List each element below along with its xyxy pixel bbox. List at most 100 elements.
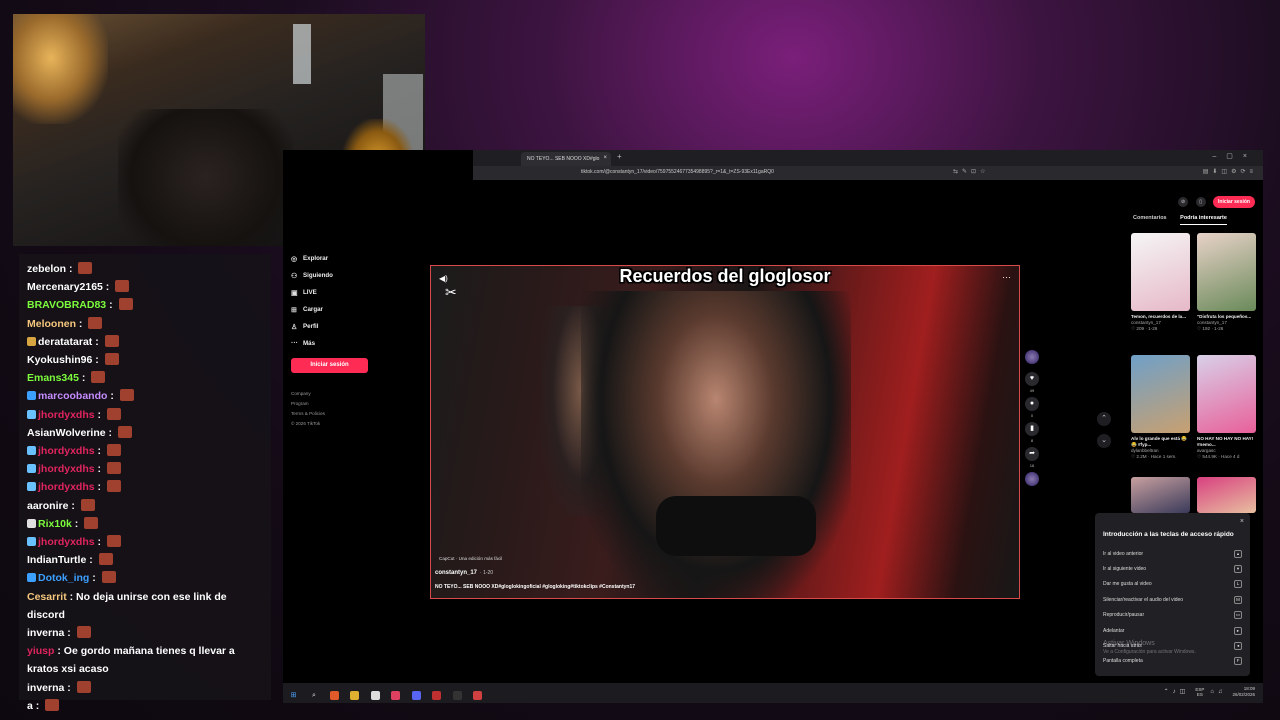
sidebar-item-cargar[interactable]: ⊞ Cargar [291, 301, 371, 318]
action-item[interactable]: ♥ 49 [1025, 372, 1039, 393]
chat-username[interactable]: marcoobando [38, 390, 107, 402]
sidebar-item-siguiendo[interactable]: ⚇ Siguiendo [291, 267, 371, 284]
video-thumbnail[interactable] [1131, 477, 1190, 513]
action-item[interactable]: ➦ 16 [1025, 447, 1039, 468]
chat-message: Meloonen : [27, 315, 263, 333]
discord-icon[interactable] [411, 691, 421, 701]
chat-emote-icon [117, 425, 132, 438]
chat-separator: : [64, 681, 74, 694]
volume-icon[interactable]: ◀) [439, 274, 448, 283]
action-item[interactable]: ● 0 [1025, 397, 1039, 418]
video-thumbnail[interactable] [1197, 233, 1256, 311]
footer-link[interactable]: Company [291, 389, 371, 399]
chat-username[interactable]: Emans345 [27, 372, 79, 384]
calendar-icon[interactable] [473, 691, 483, 701]
chat-username[interactable]: BRAVOBRAD83 [27, 299, 106, 311]
chat-username[interactable]: jhordyxdhs [38, 481, 95, 493]
chat-username[interactable]: yiusp [27, 645, 54, 657]
capcut-tag[interactable]: CapCut · Una edición más fácil [439, 556, 502, 561]
chat-username[interactable]: aaronire [27, 500, 68, 512]
clock[interactable]: 18:09 26/02/2026 [1232, 686, 1255, 697]
chat-username[interactable]: jhordyxdhs [38, 463, 95, 475]
video-thumbnail[interactable] [1131, 233, 1190, 311]
footer-link[interactable]: Program [291, 399, 371, 409]
chat-username[interactable]: inverna [27, 682, 64, 694]
sidebar-item-explorar[interactable]: ◎ Explorar [291, 250, 371, 267]
chat-username[interactable]: Cesarrit [27, 591, 67, 603]
music-disc-icon[interactable] [1025, 472, 1039, 486]
chat-username[interactable]: IndianTurtle [27, 554, 86, 566]
coin-icon[interactable]: ⊘ [1178, 196, 1189, 207]
app-red-icon[interactable] [432, 691, 442, 701]
video-overlay-title: Recuerdos del gloglosor [619, 266, 831, 286]
bookmark-icon[interactable]: ▮ [1025, 422, 1039, 436]
window-controls[interactable]: –▢× [1212, 152, 1257, 160]
tray-icons[interactable]: ⌃♪◫ [1164, 688, 1190, 695]
video-author[interactable]: constantyn_17 · 1-20 [435, 570, 493, 576]
search-icon[interactable]: ⌕ [309, 691, 318, 700]
sidebar-item-ms[interactable]: ··· Más [291, 335, 371, 352]
new-tab-icon[interactable]: + [617, 152, 622, 161]
url-text[interactable]: tiktok.com/@constantyn_17/video/75975524… [581, 169, 774, 175]
tab-podria-interesarte[interactable]: Podría interesarte [1180, 215, 1227, 225]
chat-username[interactable]: jhordyxdhs [38, 536, 95, 548]
video-thumbnail[interactable] [1197, 477, 1256, 513]
chat-username[interactable]: jhordyxdhs [38, 409, 95, 421]
header-login-button[interactable]: Iniciar sesión [1213, 195, 1255, 208]
close-icon[interactable]: × [1240, 518, 1244, 525]
more-options-icon[interactable]: ··· [1002, 272, 1011, 282]
previous-video-icon[interactable]: ⌃ [1097, 412, 1111, 426]
device-icon[interactable]: ▯ [1195, 196, 1206, 207]
chat-username[interactable]: zebelon [27, 263, 66, 275]
video-player[interactable]: Recuerdos del gloglosor ◀) ✂ ··· CapCut … [430, 265, 1020, 599]
address-bar-icons[interactable]: ⇆✎⊡☆ [953, 168, 989, 175]
chat-separator: : [54, 645, 64, 658]
browser-toolbar-icons[interactable]: ▤⬇◫⚙⟳≡ [1203, 168, 1257, 175]
comment-icon[interactable]: ● [1025, 397, 1039, 411]
app-icon[interactable] [370, 691, 380, 701]
video-thumbnail[interactable] [1197, 355, 1256, 433]
video-thumbnail[interactable] [1131, 355, 1190, 433]
chat-separator: : [92, 354, 102, 367]
brave-browser-icon[interactable] [329, 691, 339, 701]
creator-avatar[interactable] [1025, 350, 1039, 364]
chat-username[interactable]: inverna [27, 627, 64, 639]
next-video-icon[interactable]: ⌄ [1097, 434, 1111, 448]
sidebar-login-button[interactable]: Iniciar sesión [291, 358, 368, 373]
suggested-video-card[interactable] [1197, 477, 1256, 513]
chat-username[interactable]: Meloonen [27, 318, 76, 330]
windows-start-icon[interactable]: ⊞ [289, 691, 298, 700]
suggested-video-card[interactable]: "Disfruta los pequeños... constantyn_17 ♡ … [1197, 233, 1256, 332]
chat-username[interactable]: Dotok_ing [38, 572, 89, 584]
share-icon[interactable]: ➦ [1025, 447, 1039, 461]
suggested-video-card[interactable]: NO HAY NO HAY NO HAY! #nemo... avargasc ♡ … [1197, 355, 1256, 460]
file-explorer-icon[interactable] [350, 691, 360, 701]
terminal-icon[interactable] [452, 691, 462, 701]
sidebar-item-live[interactable]: ▣ LIVE [291, 284, 371, 301]
stream-chat: zebelon : Mercenary2165 : BRAVOBRAD83 : … [19, 254, 271, 712]
chat-username[interactable]: jhordyxdhs [38, 445, 95, 457]
browser-tab[interactable]: NO TEYO... SEB NOOO XD#glo × [521, 152, 611, 166]
webcam-person [118, 109, 293, 246]
chat-username[interactable]: AsianWolverine [27, 427, 106, 439]
author-name[interactable]: constantyn_17 [435, 570, 477, 576]
tab-comentarios[interactable]: Comentarios [1133, 215, 1167, 224]
chat-username[interactable]: Rix10k [38, 518, 72, 530]
like-icon[interactable]: ♥ [1025, 372, 1039, 386]
network-volume-icons[interactable]: ⌂♫ [1210, 689, 1226, 695]
language-indicator[interactable]: ESP ES [1195, 687, 1204, 697]
chat-username[interactable]: Kyokushin96 [27, 354, 92, 366]
footer-link[interactable]: © 2026 TikTok [291, 419, 371, 429]
address-bar[interactable]: tiktok.com/@constantyn_17/video/75975524… [473, 166, 1263, 180]
suggested-video-card[interactable]: Alv lo grande que está 😂 😂 #fyp... dylanb… [1131, 355, 1190, 460]
shortcut-key-icon: F [1234, 657, 1242, 666]
suggested-video-card[interactable] [1131, 477, 1190, 513]
chat-username[interactable]: Mercenary2165 [27, 281, 103, 293]
obs-icon[interactable] [391, 691, 401, 701]
close-tab-icon[interactable]: × [603, 155, 607, 161]
footer-link[interactable]: Terms & Policies [291, 409, 371, 419]
sidebar-item-perfil[interactable]: ♙ Perfil [291, 318, 371, 335]
suggested-video-card[interactable]: Temon, recuerdos de la... constantyn_17 ♡ … [1131, 233, 1190, 332]
action-item[interactable]: ▮ 8 [1025, 422, 1039, 443]
chat-username[interactable]: deratatarat [38, 336, 92, 348]
